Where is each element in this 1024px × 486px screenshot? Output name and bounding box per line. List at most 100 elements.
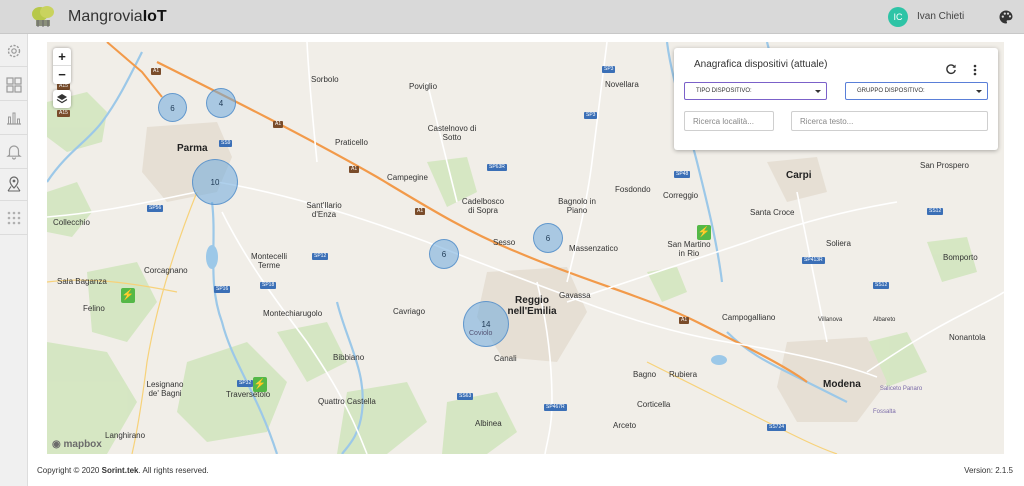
map-pin-icon[interactable]: [5, 175, 23, 193]
bar-chart-icon[interactable]: [5, 108, 23, 126]
zoom-in-button[interactable]: +: [53, 48, 71, 66]
town-label: San Martino in Rio: [667, 240, 711, 258]
search-text-input[interactable]: Ricerca testo...: [791, 111, 988, 131]
layers-icon: [56, 94, 68, 104]
town-label: Nonantola: [949, 333, 986, 342]
town-label: Bagnolo in Piano: [558, 197, 596, 215]
town-label: Carpi: [786, 170, 812, 181]
sidebar: [0, 34, 28, 486]
cluster-sublabel: Coviolo: [469, 330, 493, 337]
footer: Copyright © 2020 Sorint.tek. All rights …: [28, 456, 1024, 486]
road-label: SP3: [584, 112, 598, 119]
brand-name: Mangrovia: [68, 8, 143, 25]
road-label: SP56: [147, 205, 164, 212]
sidebar-divider: [0, 134, 28, 135]
device-type-label: TIPO DISPOSITIVO:: [696, 88, 752, 94]
town-label: Modena: [823, 379, 861, 390]
apps-grid-icon[interactable]: [5, 209, 23, 227]
road-label: SS12: [873, 282, 890, 289]
sidebar-divider: [0, 234, 28, 235]
charging-station-marker[interactable]: ⚡: [697, 225, 711, 240]
more-vert-icon[interactable]: [972, 64, 978, 76]
town-label: Corticella: [637, 400, 671, 409]
town-label: Sant'Ilario d'Enza: [306, 201, 342, 219]
user-name[interactable]: Ivan Chieti: [917, 11, 964, 22]
road-label: SS63: [457, 393, 474, 400]
zoom-control: + −: [53, 48, 71, 84]
town-label: Montechiarugolo: [263, 309, 323, 318]
road-label: A15: [57, 110, 70, 117]
road-label: A1: [349, 166, 360, 173]
town-label: Canali: [494, 354, 517, 363]
palette-icon[interactable]: [998, 9, 1014, 25]
town-label: Corcagnano: [144, 266, 188, 275]
user-avatar[interactable]: IC: [888, 7, 908, 27]
road-label: SP18: [260, 282, 277, 289]
mapbox-logo-icon: ◉: [52, 439, 64, 450]
road-label: SP3: [602, 66, 616, 73]
device-cluster[interactable]: 10: [192, 159, 238, 205]
top-bar: MangroviaIoT IC Ivan Chieti: [0, 0, 1024, 34]
charging-station-marker[interactable]: ⚡: [253, 377, 267, 392]
town-label: Cavriago: [393, 307, 426, 316]
town-label: Castelnovo di Sotto: [427, 124, 477, 142]
dashboard-grid-icon[interactable]: [5, 76, 23, 94]
sidebar-divider: [0, 168, 28, 169]
search-location-input[interactable]: Ricerca località...: [684, 111, 774, 131]
town-label: Praticello: [335, 138, 368, 147]
refresh-icon[interactable]: [945, 63, 957, 75]
device-cluster[interactable]: 14: [463, 301, 509, 347]
layers-button[interactable]: [53, 90, 71, 108]
town-label: Massenzatico: [569, 244, 618, 253]
road-label: SS724: [767, 424, 787, 431]
town-label: Parma: [177, 143, 208, 154]
town-label: Novellara: [605, 80, 639, 89]
copyright-suffix: . All rights reserved.: [138, 466, 209, 475]
device-group-label: GRUPPO DISPOSITIVO:: [857, 88, 925, 94]
device-type-select[interactable]: TIPO DISPOSITIVO:: [684, 82, 827, 100]
road-label: SP467R: [544, 404, 567, 411]
town-label: Villanova: [818, 317, 843, 323]
sidebar-divider: [0, 200, 28, 201]
road-label: SS9: [219, 140, 233, 147]
app-brand: MangroviaIoT: [68, 8, 167, 26]
town-label: Reggio nell'Emilia: [507, 295, 557, 317]
chevron-down-icon: [815, 90, 821, 93]
town-label: San Prospero: [920, 161, 969, 170]
device-group-select[interactable]: GRUPPO DISPOSITIVO:: [845, 82, 988, 100]
town-label: Sesso: [493, 238, 516, 247]
town-label: Campogalliano: [722, 313, 776, 322]
gear-icon[interactable]: [5, 42, 23, 60]
app-logo[interactable]: [30, 3, 58, 31]
copyright-company: Sorint.tek: [101, 466, 139, 475]
device-cluster[interactable]: 6: [158, 93, 187, 122]
town-label: Cadelbosco di Sopra: [461, 197, 505, 215]
town-label: Correggio: [663, 191, 699, 200]
sidebar-divider: [0, 100, 28, 101]
device-cluster[interactable]: 6: [533, 223, 563, 253]
charging-station-marker[interactable]: ⚡: [121, 288, 135, 303]
town-label: Fossalta: [873, 409, 896, 415]
mapbox-attribution[interactable]: ◉ mapbox: [52, 439, 102, 450]
town-label: Bagno: [633, 370, 657, 379]
town-label: Santa Croce: [750, 208, 795, 217]
bell-icon[interactable]: [5, 142, 23, 160]
town-label: Sala Baganza: [57, 277, 107, 286]
road-label: SP413R: [802, 257, 825, 264]
road-label: SP63R: [487, 164, 507, 171]
town-label: Felino: [83, 304, 105, 313]
town-label: Saliceto Panaro: [879, 386, 923, 392]
town-label: Langhirano: [105, 431, 146, 440]
road-label: A1: [679, 317, 690, 324]
town-label: Quattro Castella: [318, 397, 376, 406]
chevron-down-icon: [976, 90, 982, 93]
road-label: SP32: [237, 380, 254, 387]
app-version: Version: 2.1.5: [964, 466, 1013, 475]
road-label: SP12: [312, 253, 329, 260]
device-cluster[interactable]: 4: [206, 88, 236, 118]
brand-suffix: IoT: [142, 8, 167, 25]
town-label: Bibbiano: [333, 353, 365, 362]
device-cluster[interactable]: 6: [429, 239, 459, 269]
town-label: Sorbolo: [311, 75, 339, 84]
zoom-out-button[interactable]: −: [53, 66, 71, 84]
